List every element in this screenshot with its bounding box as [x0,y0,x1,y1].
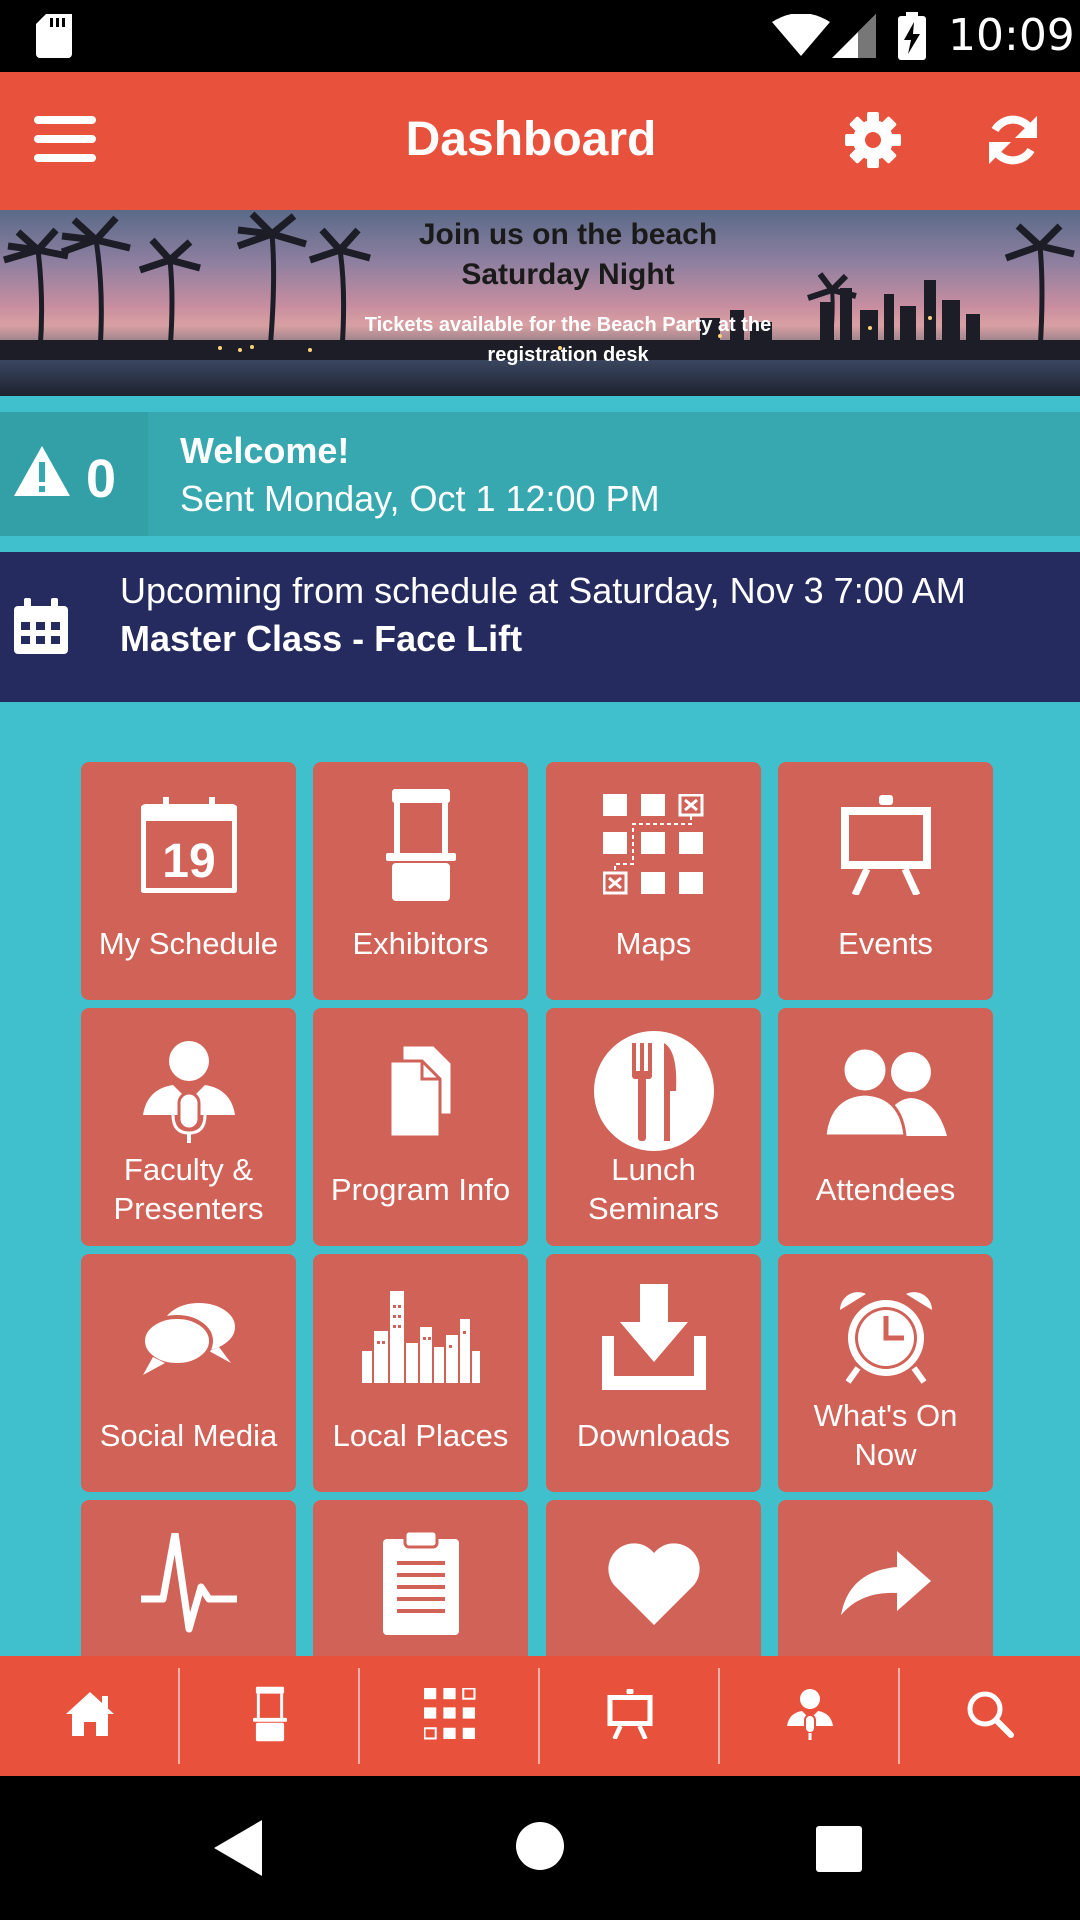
bottom-nav [0,1656,1080,1776]
city-skyline-icon [313,1272,528,1402]
tile-lunch-seminars[interactable]: Lunch Seminars [546,1008,761,1246]
documents-icon [313,1026,528,1156]
tile-favorites[interactable] [546,1500,761,1656]
message-title: Welcome! [180,430,350,471]
tile-clipboard[interactable] [313,1500,528,1656]
banner-detail: Tickets available for the Beach Party at… [364,314,772,366]
tile-label: Exhibitors [352,926,489,961]
tile-attendees[interactable]: Attendees [778,1008,993,1246]
tile-my-schedule[interactable]: 19 My Schedule [81,762,296,1000]
page-title: Dashboard [405,113,657,166]
tile-faculty-presenters[interactable]: Faculty & Presenters [81,1008,296,1246]
people-icon [778,1026,993,1156]
tile-local-places[interactable]: Local Places [313,1254,528,1492]
banner-subheadline: Saturday Night [461,258,675,291]
nav-maps[interactable] [360,1656,540,1776]
nav-events[interactable] [540,1656,720,1776]
upcoming-session-title: Master Class - Face Lift [120,618,523,659]
download-icon [546,1272,761,1402]
tile-maps[interactable]: Maps [546,762,761,1000]
message-timestamp: Sent Monday, Oct 1 12:00 PM [180,478,660,519]
presenter-icon [81,1026,296,1156]
clipboard-icon [313,1518,528,1648]
nav-search[interactable] [900,1656,1080,1776]
refresh-icon[interactable] [985,112,1041,173]
back-icon[interactable] [214,1820,262,1881]
warning-icon [14,446,70,501]
home-icon [66,1691,114,1741]
nav-exhibitors[interactable] [180,1656,360,1776]
tile-downloads[interactable]: Downloads [546,1254,761,1492]
tile-label: What's On Now [813,1398,958,1472]
tile-program-info[interactable]: Program Info [313,1008,528,1246]
fork-knife-icon [546,1026,761,1156]
sd-card-icon [36,14,72,63]
system-nav-bar [0,1776,1080,1920]
message-bar[interactable]: 0 Welcome! Sent Monday, Oct 1 12:00 PM [0,412,1080,536]
chat-bubbles-icon [81,1272,296,1402]
search-icon [966,1690,1014,1743]
home-circle-icon[interactable] [516,1822,564,1875]
tile-whats-on-now[interactable]: What's On Now [778,1254,993,1492]
tile-exhibitors[interactable]: Exhibitors [313,762,528,1000]
heart-icon [546,1518,761,1648]
promo-banner[interactable]: Join us on the beach Saturday Night Tick… [0,210,1080,396]
banner-headline: Join us on the beach [418,218,718,251]
tile-label: Social Media [99,1418,278,1453]
tile-social-media[interactable]: Social Media [81,1254,296,1492]
tile-label: Downloads [576,1418,731,1453]
alert-count: 0 [86,449,117,509]
dashboard-grid: 19 My Schedule Exhibitors Maps Events Fa… [0,702,1080,1656]
app-bar: Dashboard [0,72,1080,210]
nav-presenters[interactable] [720,1656,900,1776]
status-bar: 10:09 [0,0,1080,72]
easel-icon [607,1688,653,1744]
presenter-icon [787,1688,833,1745]
nav-home[interactable] [0,1656,180,1776]
tile-label: Faculty & Presenters [113,1152,264,1226]
easel-icon [778,780,993,910]
floor-map-icon [546,780,761,910]
tile-share[interactable] [778,1500,993,1656]
tile-label: Events [838,926,933,961]
tile-label: Lunch Seminars [588,1152,719,1226]
svg-text:19: 19 [162,835,215,888]
calendar-icon [14,598,68,659]
floor-map-icon [423,1686,476,1745]
tile-label: Local Places [332,1418,509,1453]
cell-signal-icon [832,14,876,63]
tile-label: Maps [615,926,692,961]
clock-time: 10:09 [948,10,1075,61]
tile-events[interactable]: Events [778,762,993,1000]
settings-icon[interactable] [845,112,901,173]
booth-icon [253,1686,287,1747]
tile-pulse[interactable] [81,1500,296,1656]
tile-label: Program Info [330,1172,511,1207]
wifi-icon [772,13,830,63]
booth-icon [313,780,528,910]
upcoming-when: Upcoming from schedule at Saturday, Nov … [120,570,966,611]
tile-label: My Schedule [98,926,279,961]
pulse-icon [81,1518,296,1648]
share-arrow-icon [778,1518,993,1648]
battery-charging-icon [898,12,926,65]
calendar-19-icon: 19 [81,780,296,910]
tile-label: Attendees [815,1172,956,1207]
recents-icon[interactable] [816,1826,862,1877]
upcoming-schedule-bar[interactable]: Upcoming from schedule at Saturday, Nov … [0,552,1080,702]
alarm-clock-icon [778,1272,993,1402]
